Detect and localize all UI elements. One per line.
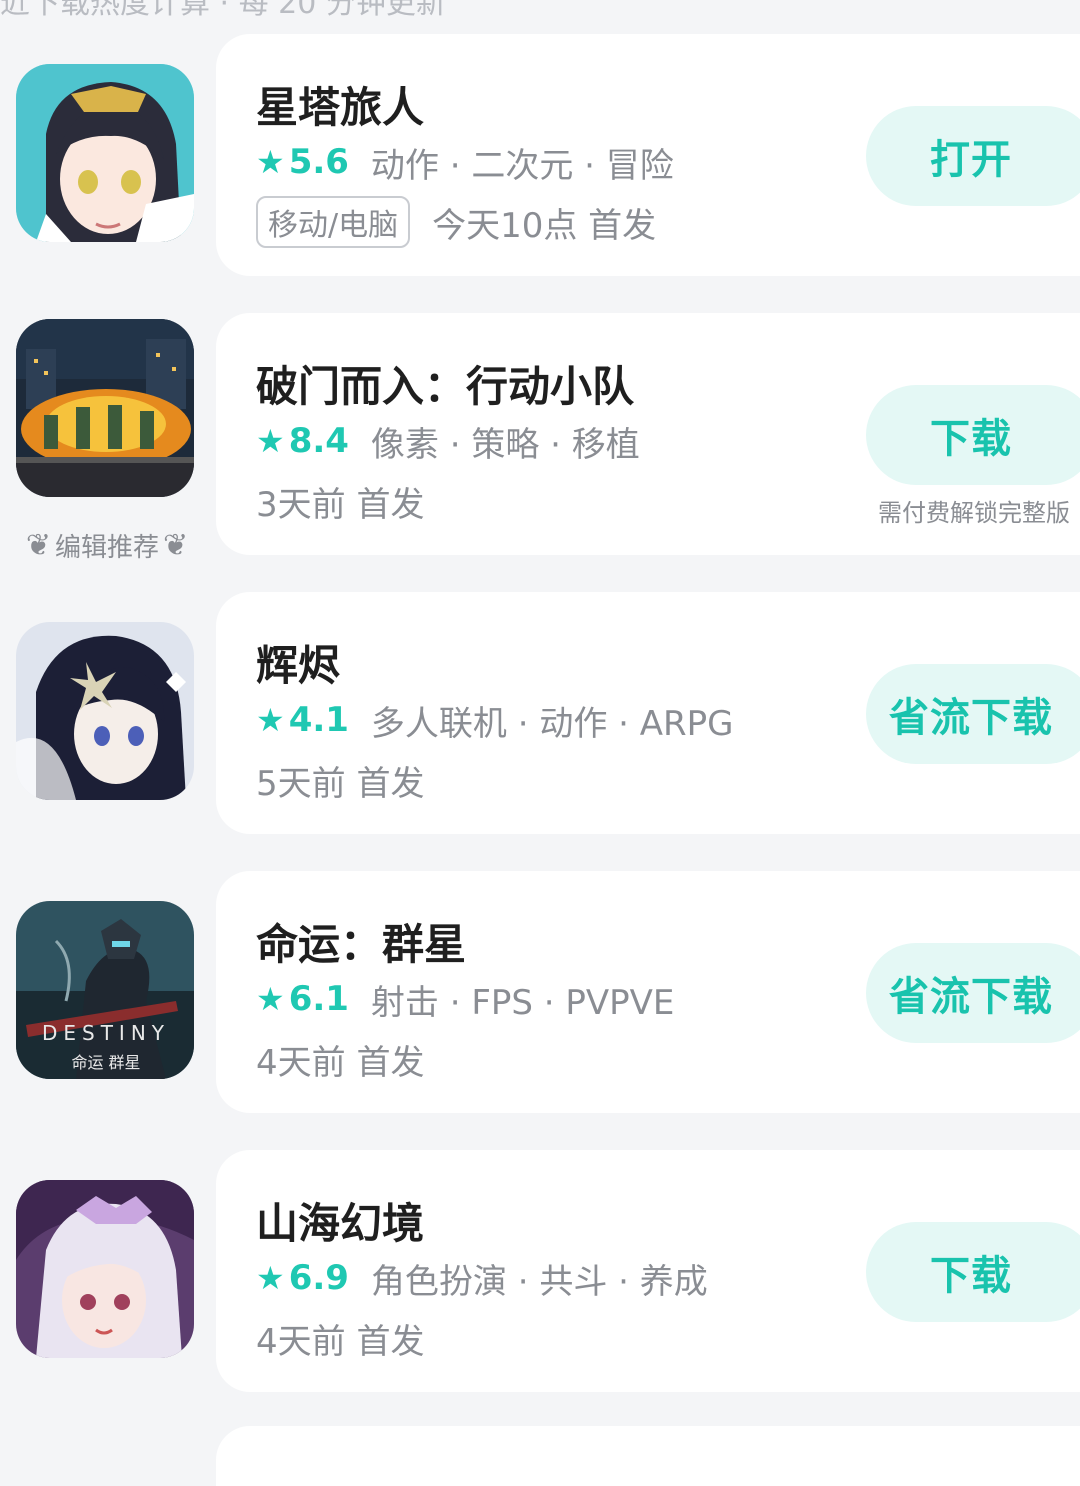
star-icon: ★ — [256, 980, 285, 1018]
game-tags: 射击 · FPS · PVPVE — [370, 982, 675, 1023]
game-icon-huijin[interactable] — [16, 622, 194, 800]
anime-heroine-icon — [16, 622, 194, 800]
star-icon: ★ — [256, 1259, 285, 1297]
release-time: 4天前 首发 — [256, 1042, 425, 1083]
silver-hair-girl-icon — [16, 1180, 194, 1358]
list-item[interactable]: 山海幻境 ★ 6.9 角色扮演 · 共斗 · 养成 4天前 首发 下载 — [0, 1150, 1080, 1410]
game-score: 5.6 — [288, 142, 349, 182]
list-item[interactable]: 星塔旅人 ★ 5.6 动作 · 二次元 · 冒险 移动/电脑 今天10点 首发 … — [0, 34, 1080, 294]
game-icon-xingta[interactable] — [16, 64, 194, 242]
game-title[interactable]: 星塔旅人 — [256, 74, 424, 135]
open-button-label: 打开 — [930, 137, 1012, 183]
download-button[interactable]: 下载 — [866, 385, 1080, 485]
lite-download-button[interactable]: 省流下载 — [866, 943, 1080, 1043]
list-item[interactable]: 辉烬 ★ 4.1 多人联机 · 动作 · ARPG 5天前 首发 省流下载 — [0, 592, 1080, 852]
star-icon: ★ — [256, 422, 285, 460]
laurel-left-icon: ❦ — [25, 527, 51, 563]
editor-pick-label: 编辑推荐 — [55, 532, 160, 563]
game-meta: ★ 5.6 动作 · 二次元 · 冒险 — [256, 139, 674, 186]
editor-pick-badge: ❦ 编辑推荐 ❦ — [22, 525, 192, 565]
game-tags: 像素 · 策略 · 移植 — [370, 424, 640, 465]
laurel-right-icon: ❦ — [163, 527, 189, 563]
lite-download-button-label: 省流下载 — [889, 974, 1053, 1020]
paid-unlock-note: 需付费解锁完整版 — [878, 499, 1070, 527]
list-item[interactable]: ❦ 编辑推荐 ❦ 破门而入：行动小队 ★ 8.4 像素 · 策略 · 移植 3天… — [0, 313, 1080, 573]
game-score: 8.4 — [288, 421, 349, 461]
game-tags: 角色扮演 · 共斗 · 养成 — [370, 1261, 708, 1302]
game-meta: ★ 6.9 角色扮演 · 共斗 · 养成 — [256, 1255, 708, 1302]
game-tags: 动作 · 二次元 · 冒险 — [370, 145, 674, 186]
ranking-update-note: 近下载热度计算 · 每 20 分钟更新 — [0, 0, 446, 21]
destiny-logo-text: DESTINY — [41, 1021, 171, 1045]
game-meta: ★ 4.1 多人联机 · 动作 · ARPG — [256, 697, 734, 744]
game-icon-shanhai[interactable] — [16, 1180, 194, 1358]
platform-badge: 移动/电脑 — [256, 196, 411, 248]
game-score: 6.1 — [288, 979, 349, 1019]
game-sub: 5天前 首发 — [256, 755, 424, 805]
pixel-soldiers-icon — [16, 319, 194, 497]
game-meta: ★ 6.1 射击 · FPS · PVPVE — [256, 976, 675, 1023]
game-sub: 4天前 首发 — [256, 1034, 424, 1084]
game-tags: 多人联机 · 动作 · ARPG — [370, 703, 734, 744]
star-icon: ★ — [256, 143, 285, 181]
destiny-sub-text: 命运 群星 — [71, 1053, 141, 1072]
game-score: 6.9 — [288, 1258, 349, 1298]
list-item[interactable]: DESTINY 命运 群星 命运：群星 ★ 6.1 射击 · FPS · PVP… — [0, 871, 1080, 1131]
download-button-label: 下载 — [930, 416, 1012, 462]
lite-download-button[interactable]: 省流下载 — [866, 664, 1080, 764]
game-meta: ★ 8.4 像素 · 策略 · 移植 — [256, 418, 640, 465]
game-sub: 4天前 首发 — [256, 1313, 424, 1363]
anime-girl-icon — [16, 64, 194, 242]
next-game-card-partial[interactable] — [216, 1426, 1080, 1486]
game-sub: 3天前 首发 — [256, 476, 424, 526]
release-time: 3天前 首发 — [256, 484, 425, 525]
download-button[interactable]: 下载 — [866, 1222, 1080, 1322]
game-sub: 移动/电脑 今天10点 首发 — [256, 196, 657, 248]
game-icon-destiny[interactable]: DESTINY 命运 群星 — [16, 901, 194, 1079]
star-icon: ★ — [256, 701, 285, 739]
release-time: 5天前 首发 — [256, 763, 425, 804]
release-time: 今天10点 首发 — [432, 205, 657, 246]
game-title[interactable]: 辉烬 — [256, 632, 340, 693]
game-score: 4.1 — [288, 700, 349, 740]
open-button[interactable]: 打开 — [866, 106, 1080, 206]
release-time: 4天前 首发 — [256, 1321, 425, 1362]
game-title[interactable]: 破门而入：行动小队 — [256, 353, 634, 414]
lite-download-button-label: 省流下载 — [889, 695, 1053, 741]
game-title[interactable]: 命运：群星 — [256, 911, 466, 972]
game-icon-breach[interactable] — [16, 319, 194, 497]
game-title[interactable]: 山海幻境 — [256, 1190, 424, 1251]
download-button-label: 下载 — [930, 1253, 1012, 1299]
